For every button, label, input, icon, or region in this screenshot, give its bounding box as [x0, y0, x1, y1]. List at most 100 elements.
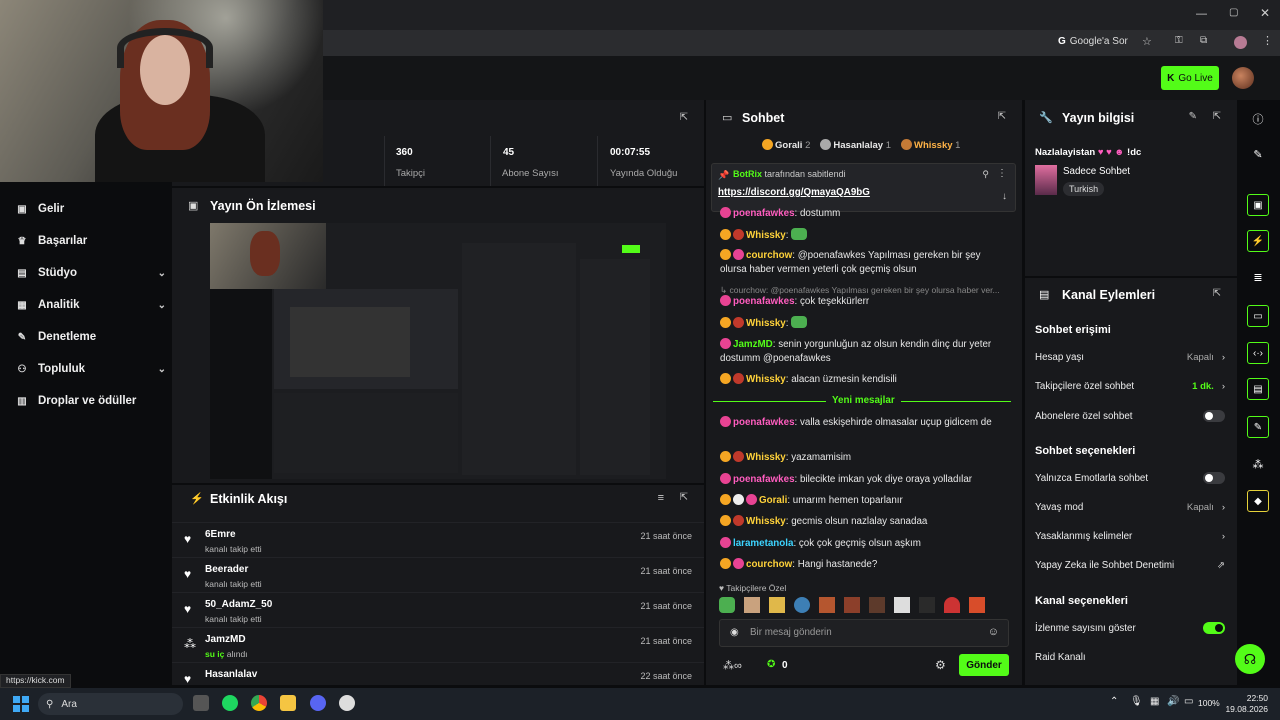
- filter-icon[interactable]: ≡: [658, 492, 664, 504]
- extensions-icon[interactable]: ⧉: [1200, 35, 1207, 46]
- emote-icon[interactable]: [819, 597, 835, 613]
- leader-1[interactable]: Gorali 2: [762, 139, 810, 151]
- emoji-icon[interactable]: ☺: [988, 626, 999, 638]
- emote-icon[interactable]: [919, 597, 935, 613]
- popout-icon[interactable]: ⇱: [998, 111, 1006, 122]
- msg-user[interactable]: JamzMD: [733, 339, 773, 350]
- emote-icon[interactable]: [844, 597, 860, 613]
- info-icon[interactable]: ⓘ: [1251, 111, 1265, 126]
- stream-preview-video[interactable]: [210, 223, 666, 479]
- msg-user[interactable]: larametanola: [733, 538, 793, 549]
- emote-icon[interactable]: [969, 597, 985, 613]
- subs-chat-toggle[interactable]: [1203, 410, 1225, 422]
- rail-chat-button[interactable]: ▭: [1247, 305, 1269, 327]
- emote-icon[interactable]: [944, 597, 960, 613]
- points-icon[interactable]: ⁂∞: [723, 659, 742, 672]
- rail-preview-button[interactable]: ▣: [1247, 194, 1269, 216]
- banned-words-row[interactable]: Yasaklanmış kelimeler ›: [1035, 531, 1225, 542]
- sidebar-item-studyo[interactable]: ▤ Stüdyo ⌄: [16, 267, 166, 279]
- msg-user[interactable]: poenafawkes: [733, 417, 795, 428]
- emote-only-toggle[interactable]: [1203, 472, 1225, 484]
- slow-mode-row[interactable]: Yavaş mod Kapalı ›: [1035, 502, 1225, 513]
- raid-row[interactable]: Raid Kanalı: [1035, 652, 1225, 663]
- popout-icon[interactable]: ⇱: [680, 492, 688, 503]
- msg-user[interactable]: courchow: [746, 250, 792, 261]
- sidebar-item-denetleme[interactable]: ✎ Denetleme: [16, 331, 166, 343]
- msg-user[interactable]: courchow: [746, 559, 792, 570]
- close-window-icon[interactable]: ✕: [1260, 6, 1270, 20]
- pencil-icon[interactable]: ✎: [1251, 148, 1265, 162]
- file-explorer-icon[interactable]: [280, 695, 296, 711]
- emote-icon[interactable]: [894, 597, 910, 613]
- bookmark-star-icon[interactable]: ☆: [1142, 35, 1152, 48]
- account-age-row[interactable]: Hesap yaşı Kapalı ›: [1035, 352, 1225, 363]
- msg-user[interactable]: poenafawkes: [733, 296, 795, 307]
- more-icon[interactable]: ⋮: [997, 168, 1007, 179]
- tray-chevron-icon[interactable]: ⌃: [1110, 696, 1118, 707]
- ai-moderation-row[interactable]: Yapay Zeka ile Sohbet Denetimi ⇗: [1035, 560, 1225, 571]
- discord-icon[interactable]: [310, 695, 326, 711]
- wrench-icon: ✎: [17, 331, 27, 343]
- rail-rewards-button[interactable]: ◆: [1247, 490, 1269, 512]
- sidebar-item-topluluk[interactable]: ⚇ Topluluk ⌄: [16, 363, 166, 375]
- category-name[interactable]: Sadece Sohbet: [1063, 166, 1130, 177]
- popout-icon[interactable]: ⇱: [680, 112, 688, 123]
- emote-icon[interactable]: [744, 597, 760, 613]
- followers-chat-row[interactable]: Takipçilere özel sohbet 1 dk. ›: [1035, 381, 1225, 392]
- maximize-icon[interactable]: ▢: [1229, 7, 1238, 18]
- sidebar-item-droplar[interactable]: ▥ Droplar ve ödüller: [16, 395, 166, 407]
- popout-icon[interactable]: ⇱: [1213, 288, 1221, 299]
- obs-icon[interactable]: [339, 695, 355, 711]
- mic-icon[interactable]: 🎙: [1130, 696, 1143, 707]
- rail-embed-button[interactable]: ‹·›: [1247, 342, 1269, 364]
- msg-user[interactable]: Whissky: [746, 452, 786, 463]
- password-icon[interactable]: ⚿: [1175, 35, 1183, 46]
- edit-icon[interactable]: ✎: [1189, 111, 1197, 122]
- leader-3[interactable]: Whissky 1: [900, 139, 960, 151]
- points-icon[interactable]: ⁂: [1251, 458, 1265, 472]
- network-icon[interactable]: ▦: [1150, 696, 1159, 707]
- taskbar-clock[interactable]: 22:50 19.08.2026: [1225, 693, 1268, 715]
- emote-icon[interactable]: [769, 597, 785, 613]
- user-avatar[interactable]: [1232, 67, 1254, 89]
- list-icon[interactable]: ≣: [1251, 271, 1265, 285]
- emote-icon[interactable]: [719, 597, 735, 613]
- chrome-icon[interactable]: [251, 695, 267, 711]
- msg-user[interactable]: Whissky: [746, 318, 786, 329]
- chat-settings-icon[interactable]: ⚙: [935, 658, 946, 672]
- msg-user[interactable]: poenafawkes: [733, 208, 795, 219]
- sidebar-item-analitik[interactable]: ▦ Analitik ⌄: [16, 299, 166, 311]
- profile-avatar[interactable]: [1234, 36, 1247, 49]
- minimize-icon[interactable]: —: [1196, 8, 1207, 20]
- google-sor-button[interactable]: G Google'a Sor: [1058, 36, 1128, 47]
- show-viewers-toggle[interactable]: [1203, 622, 1225, 634]
- emote-icon[interactable]: [869, 597, 885, 613]
- msg-user[interactable]: Whissky: [746, 516, 786, 527]
- expand-icon[interactable]: ↓: [1002, 191, 1007, 202]
- unpin-icon[interactable]: ⚲: [982, 169, 989, 180]
- spotify-icon[interactable]: [222, 695, 238, 711]
- volume-icon[interactable]: 🔊: [1167, 696, 1179, 707]
- msg-user[interactable]: Whissky: [746, 374, 786, 385]
- go-live-button[interactable]: K Go Live: [1161, 66, 1219, 90]
- rail-activity-button[interactable]: ⚡: [1247, 230, 1269, 252]
- leader-2[interactable]: Hasanlalay 1: [820, 139, 891, 151]
- msg-user[interactable]: Gorali: [759, 495, 787, 506]
- sidebar-item-basarilar[interactable]: ♛ Başarılar: [16, 235, 166, 247]
- popout-icon[interactable]: ⇱: [1213, 111, 1221, 122]
- msg-user[interactable]: Whissky: [746, 230, 786, 241]
- taskview-icon[interactable]: [193, 695, 209, 711]
- msg-user[interactable]: poenafawkes: [733, 474, 795, 485]
- windows-start-icon[interactable]: [13, 696, 29, 712]
- pinned-link[interactable]: https://discord.gg/QmayaQA9bG: [718, 187, 870, 198]
- battery-icon[interactable]: ▭: [1184, 696, 1193, 707]
- sidebar-item-gelir[interactable]: ▣ Gelir: [16, 203, 166, 215]
- send-button[interactable]: Gönder: [959, 654, 1009, 676]
- rail-actions-button[interactable]: ▤: [1247, 378, 1269, 400]
- chat-input[interactable]: ◉ Bir mesaj gönderin ☺: [719, 619, 1009, 647]
- support-headset-icon[interactable]: ☊: [1235, 644, 1265, 674]
- rail-info-button[interactable]: ✎: [1247, 416, 1269, 438]
- emote-icon[interactable]: [794, 597, 810, 613]
- taskbar-search[interactable]: ⚲ Ara: [38, 693, 183, 715]
- browser-menu-icon[interactable]: ⋮: [1262, 34, 1273, 47]
